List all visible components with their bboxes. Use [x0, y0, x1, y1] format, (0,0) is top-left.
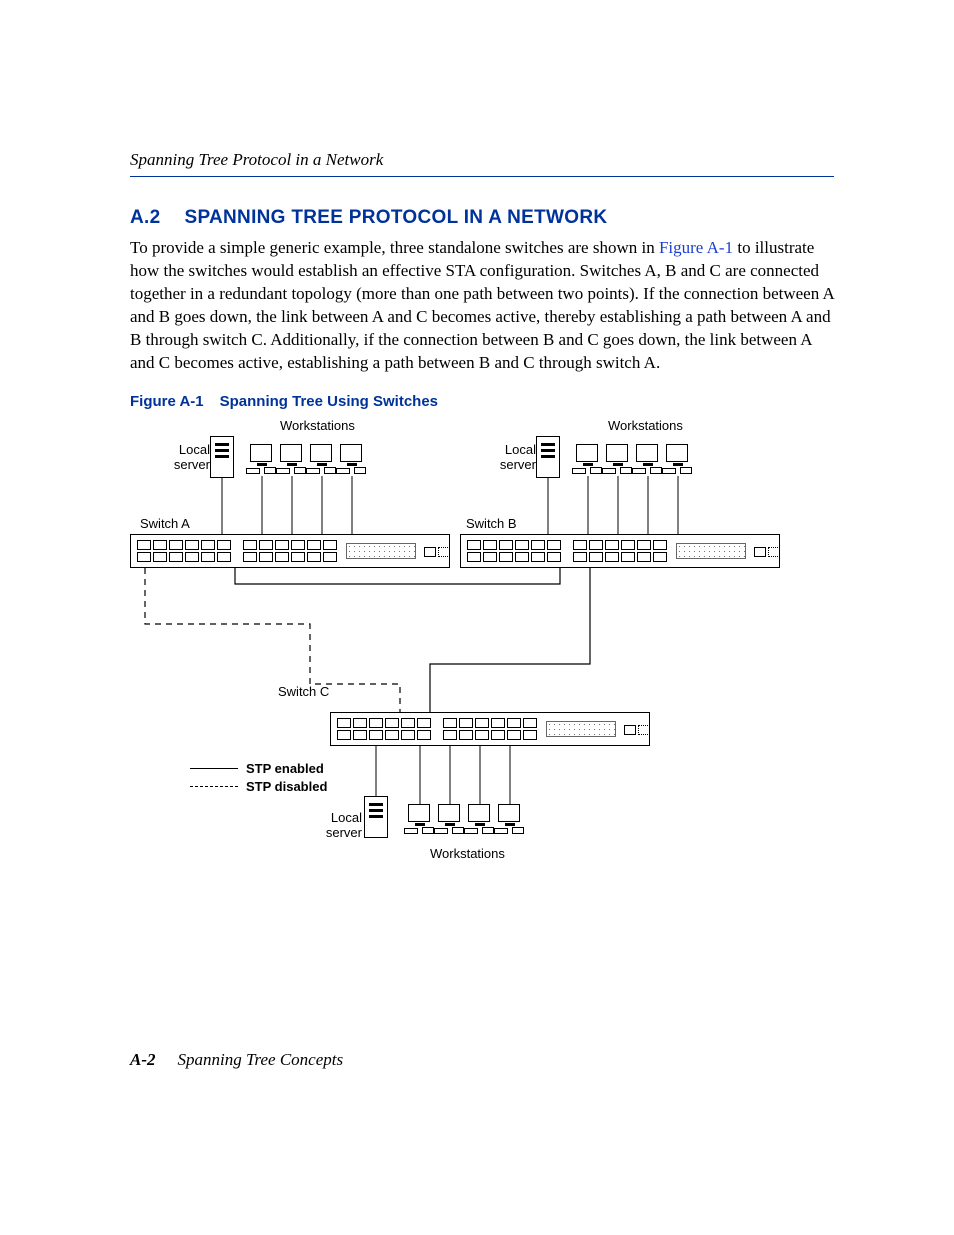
switch-icon — [330, 712, 650, 746]
label-local-server-b: Local server — [484, 442, 536, 472]
workstation-icon — [310, 444, 334, 474]
label-local-server-a: Local server — [158, 442, 210, 472]
workstation-icon — [498, 804, 522, 834]
workstation-icon — [340, 444, 364, 474]
section-title: SPANNING TREE PROTOCOL IN A NETWORK — [184, 207, 607, 228]
solid-line-icon — [190, 768, 238, 769]
workstation-icon — [576, 444, 600, 474]
switch-icon — [460, 534, 780, 568]
label-switch-a: Switch A — [140, 516, 190, 531]
legend-disabled-label: STP disabled — [246, 779, 327, 794]
label-switch-c: Switch C — [278, 684, 329, 699]
workstation-icon — [606, 444, 630, 474]
figure-title: Spanning Tree Using Switches — [220, 393, 438, 410]
workstation-icon — [666, 444, 690, 474]
server-icon — [364, 796, 388, 838]
section-number: A.2 — [130, 207, 160, 229]
page-number: A-2 — [130, 1050, 156, 1069]
figure-crossref-link[interactable]: Figure A-1 — [659, 238, 733, 257]
dashed-line-icon — [190, 786, 238, 787]
legend-stp-enabled: STP enabled — [190, 760, 327, 778]
para-pre-link: To provide a simple generic example, thr… — [130, 238, 659, 257]
chapter-title: Spanning Tree Concepts — [178, 1050, 344, 1069]
figure-caption: Figure A-1 Spanning Tree Using Switches — [130, 393, 834, 410]
body-paragraph: To provide a simple generic example, thr… — [130, 237, 834, 375]
para-post-link: to illustrate how the switches would est… — [130, 238, 834, 372]
legend-stp-disabled: STP disabled — [190, 778, 327, 796]
page: Spanning Tree Protocol in a Network A.2 S… — [0, 0, 954, 1235]
workstation-icon — [438, 804, 462, 834]
workstation-icon — [636, 444, 660, 474]
legend-enabled-label: STP enabled — [246, 761, 324, 776]
workstation-icon — [250, 444, 274, 474]
figure-diagram: Workstations Workstations Local server L… — [130, 424, 790, 874]
label-workstations-bottom: Workstations — [430, 846, 505, 861]
label-local-server-c: Local server — [310, 810, 362, 840]
switch-icon — [130, 534, 450, 568]
figure-number: Figure A-1 — [130, 393, 204, 410]
label-workstations-top-left: Workstations — [280, 418, 355, 433]
page-footer: A-2 Spanning Tree Concepts — [130, 1050, 343, 1070]
workstation-icon — [280, 444, 304, 474]
workstation-icon — [408, 804, 432, 834]
label-workstations-top-right: Workstations — [608, 418, 683, 433]
running-header: Spanning Tree Protocol in a Network — [130, 150, 834, 177]
workstation-icon — [468, 804, 492, 834]
server-icon — [210, 436, 234, 478]
label-switch-b: Switch B — [466, 516, 517, 531]
figure-legend: STP enabled STP disabled — [190, 760, 327, 796]
server-icon — [536, 436, 560, 478]
section-heading: A.2 SPANNING TREE PROTOCOL IN A NETWORK — [130, 207, 834, 229]
